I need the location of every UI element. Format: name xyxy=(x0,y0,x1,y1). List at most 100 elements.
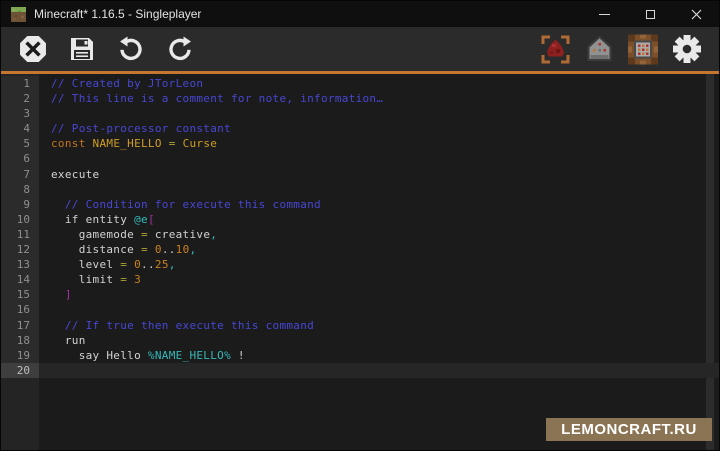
redstone-select-button[interactable] xyxy=(539,33,571,65)
code-segment: ] xyxy=(51,288,72,301)
code-line[interactable]: 7 execute xyxy=(1,167,719,182)
code-text: ] xyxy=(39,287,72,302)
line-number: 3 xyxy=(1,106,39,121)
code-segment: = xyxy=(141,228,148,241)
line-number: 8 xyxy=(1,182,39,197)
undo-icon xyxy=(117,35,145,63)
code-text: // Created by JTorLeon xyxy=(39,76,203,91)
code-line[interactable]: 17 // If true then execute this command xyxy=(1,318,719,333)
code-segment: @e xyxy=(134,213,148,226)
code-line[interactable]: 9 // Condition for execute this command xyxy=(1,197,719,212)
code-segment: Curse xyxy=(183,137,218,150)
code-segment: execute xyxy=(51,168,99,181)
code-text: say Hello %NAME_HELLO% ! xyxy=(39,348,245,363)
code-line[interactable]: 16 xyxy=(1,302,719,317)
line-number: 9 xyxy=(1,197,39,212)
code-segment: , xyxy=(169,258,176,271)
code-segment: // This line is a comment for note, info… xyxy=(51,92,383,105)
code-segment: creative xyxy=(148,228,210,241)
line-number: 17 xyxy=(1,318,39,333)
code-line[interactable]: 20 xyxy=(1,363,719,378)
code-segment: %NAME_HELLO% xyxy=(148,349,231,362)
line-number: 5 xyxy=(1,136,39,151)
undo-button[interactable] xyxy=(115,33,147,65)
code-text: // Condition for execute this command xyxy=(39,197,321,212)
code-line[interactable]: 3 xyxy=(1,106,719,121)
close-button[interactable] xyxy=(673,1,719,27)
code-text: limit = 3 xyxy=(39,272,141,287)
code-segment: // Created by JTorLeon xyxy=(51,77,203,90)
code-line[interactable]: 15 ] xyxy=(1,287,719,302)
code-segment: = xyxy=(141,243,148,256)
line-number: 19 xyxy=(1,348,39,363)
code-area: 1 // Created by JTorLeon2// This line is … xyxy=(1,74,719,378)
code-segment: if entity xyxy=(51,213,134,226)
code-line[interactable]: 8 xyxy=(1,182,719,197)
code-segment: distance xyxy=(51,243,141,256)
save-icon xyxy=(69,36,95,62)
code-text xyxy=(39,182,51,197)
code-segment: const xyxy=(51,137,93,150)
line-number: 6 xyxy=(1,151,39,166)
code-segment: gamemode xyxy=(51,228,141,241)
save-button[interactable] xyxy=(66,33,98,65)
code-editor[interactable]: 1 // Created by JTorLeon2// This line is … xyxy=(1,74,719,450)
code-segment: = xyxy=(162,137,183,150)
code-segment: ! xyxy=(231,349,245,362)
redo-icon xyxy=(166,35,194,63)
line-number: 1 xyxy=(1,76,39,91)
line-number: 7 xyxy=(1,167,39,182)
code-segment: limit xyxy=(51,273,120,286)
code-segment: 3 xyxy=(134,273,141,286)
settings-button[interactable] xyxy=(671,33,703,65)
lemoncraft-watermark: LEMONCRAFT.RU xyxy=(546,418,712,441)
code-segment: 10 xyxy=(176,243,190,256)
code-line[interactable]: 2// This line is a comment for note, inf… xyxy=(1,91,719,106)
window-title: Minecraft* 1.16.5 - Singleplayer xyxy=(34,7,201,21)
line-number: 15 xyxy=(1,287,39,302)
code-line[interactable]: 14 limit = 3 xyxy=(1,272,719,287)
redo-button[interactable] xyxy=(164,33,196,65)
code-text: level = 0..25, xyxy=(39,257,176,272)
code-segment: 25 xyxy=(155,258,169,271)
code-segment xyxy=(148,243,155,256)
code-line[interactable]: 4// Post-processor constant xyxy=(1,121,719,136)
code-text xyxy=(39,151,51,166)
minecraft-grass-block-icon xyxy=(11,7,26,22)
minimize-button[interactable] xyxy=(581,1,627,27)
line-number: 13 xyxy=(1,257,39,272)
code-line[interactable]: 1 // Created by JTorLeon xyxy=(1,76,719,91)
cancel-button[interactable] xyxy=(17,33,49,65)
code-text: gamemode = creative, xyxy=(39,227,217,242)
code-text: run xyxy=(39,333,86,348)
code-segment: , xyxy=(190,243,197,256)
home-button[interactable] xyxy=(583,33,615,65)
code-line[interactable]: 10 if entity @e[ xyxy=(1,212,719,227)
line-number: 12 xyxy=(1,242,39,257)
code-segment: [ xyxy=(148,213,155,226)
code-text: // Post-processor constant xyxy=(39,121,231,136)
code-line[interactable]: 12 distance = 0..10, xyxy=(1,242,719,257)
code-segment: say Hello xyxy=(51,349,148,362)
modules-button[interactable] xyxy=(627,33,659,65)
code-text: distance = 0..10, xyxy=(39,242,196,257)
line-number: 14 xyxy=(1,272,39,287)
code-line[interactable]: 13 level = 0..25, xyxy=(1,257,719,272)
code-text: if entity @e[ xyxy=(39,212,155,227)
line-number: 20 xyxy=(1,363,39,378)
code-line[interactable]: 18 run xyxy=(1,333,719,348)
code-text xyxy=(39,106,51,121)
code-segment: , xyxy=(210,228,217,241)
app-window: Minecraft* 1.16.5 - Singleplayer xyxy=(0,0,720,451)
code-segment: // If true then execute this command xyxy=(51,319,314,332)
code-line[interactable]: 11 gamemode = creative, xyxy=(1,227,719,242)
line-number: 11 xyxy=(1,227,39,242)
code-line[interactable]: 5const NAME_HELLO = Curse xyxy=(1,136,719,151)
code-line[interactable]: 6 xyxy=(1,151,719,166)
line-number: 16 xyxy=(1,302,39,317)
code-line[interactable]: 19 say Hello %NAME_HELLO% ! xyxy=(1,348,719,363)
maximize-button[interactable] xyxy=(627,1,673,27)
code-segment: // Condition for execute this command xyxy=(51,198,321,211)
code-segment: run xyxy=(51,334,86,347)
code-segment: level xyxy=(51,258,120,271)
